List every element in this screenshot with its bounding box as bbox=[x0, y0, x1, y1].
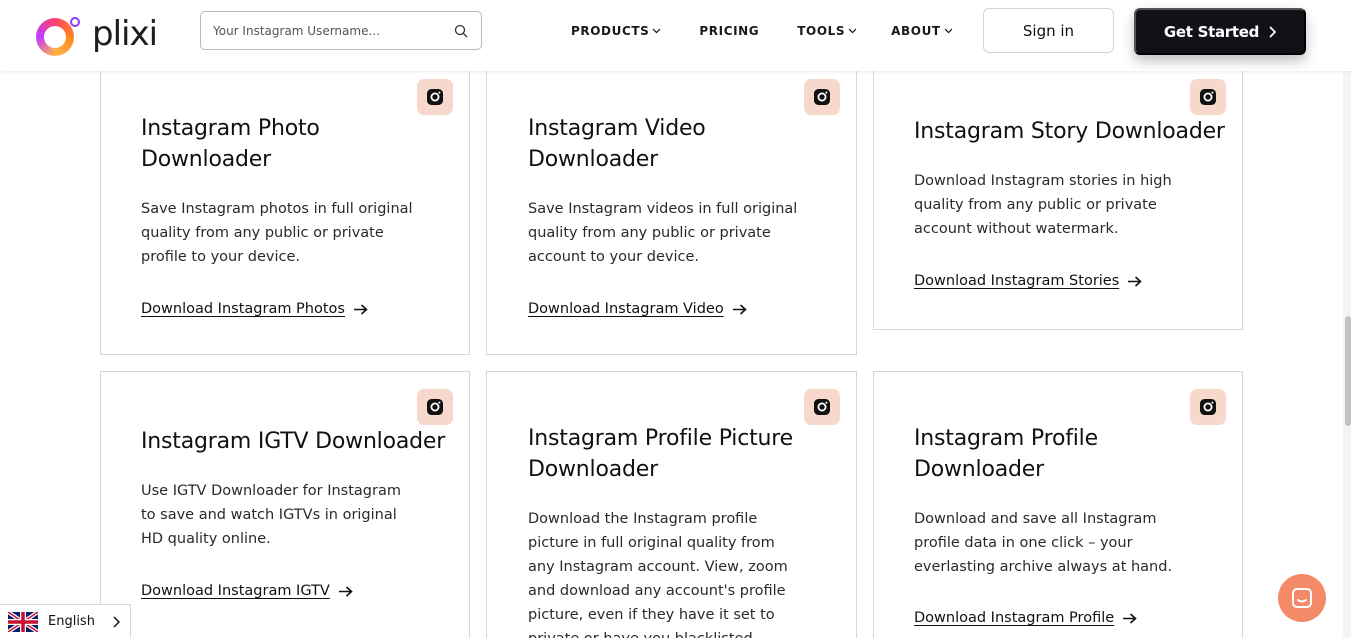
instagram-icon bbox=[804, 79, 840, 115]
chat-icon bbox=[1291, 587, 1313, 609]
chat-launcher-button[interactable] bbox=[1278, 574, 1326, 622]
card-description: Save Instagram photos in full original qu… bbox=[141, 201, 413, 265]
download-profile-link[interactable]: Download Instagram Profile bbox=[914, 610, 1137, 626]
nav-pricing-label: PRICING bbox=[699, 24, 760, 38]
card-title: Instagram Profile Picture Downloader bbox=[528, 426, 793, 482]
sign-in-button[interactable]: Sign in bbox=[983, 8, 1114, 53]
plixi-logo[interactable]: plixi bbox=[36, 12, 158, 56]
nav-products[interactable]: PRODUCTS bbox=[571, 24, 661, 38]
username-search-box bbox=[200, 11, 482, 50]
nav-about[interactable]: ABOUT bbox=[891, 24, 953, 38]
chevron-down-icon bbox=[848, 28, 857, 34]
arrow-right-icon bbox=[732, 303, 747, 315]
download-stories-link[interactable]: Download Instagram Stories bbox=[914, 273, 1142, 289]
card-story-downloader: Instagram Story Downloader Download Inst… bbox=[873, 60, 1243, 330]
card-description: Download and save all Instagram profile d… bbox=[914, 511, 1173, 575]
card-title: Instagram IGTV Downloader bbox=[141, 429, 446, 454]
card-title: Instagram Photo Downloader bbox=[141, 116, 320, 172]
chevron-down-icon bbox=[944, 28, 953, 34]
logo-text: plixi bbox=[92, 14, 158, 54]
scrollbar-thumb[interactable] bbox=[1345, 316, 1351, 426]
chevron-right-icon bbox=[113, 616, 120, 628]
card-description: Download Instagram stories in high qualit… bbox=[914, 173, 1172, 237]
chevron-right-icon bbox=[1269, 25, 1277, 38]
instagram-icon bbox=[1190, 389, 1226, 425]
nav-products-label: PRODUCTS bbox=[571, 24, 650, 38]
nav-pricing[interactable]: PRICING bbox=[699, 24, 759, 38]
instagram-icon bbox=[417, 389, 453, 425]
chevron-down-icon bbox=[652, 28, 661, 34]
username-search-input[interactable] bbox=[213, 23, 453, 38]
instagram-icon bbox=[417, 79, 453, 115]
card-igtv-downloader: Instagram IGTV Downloader Use IGTV Downl… bbox=[100, 371, 470, 638]
logo-mark-icon bbox=[36, 17, 80, 56]
card-profile-downloader: Instagram Profile Downloader Download and… bbox=[873, 371, 1243, 638]
download-video-link[interactable]: Download Instagram Video bbox=[528, 301, 747, 317]
card-description: Save Instagram videos in full original qu… bbox=[528, 201, 798, 265]
card-photo-downloader: Instagram Photo Downloader Save Instagram… bbox=[100, 60, 470, 355]
page-scrollbar[interactable] bbox=[1343, 71, 1351, 638]
get-started-label: Get Started bbox=[1163, 22, 1260, 41]
arrow-right-icon bbox=[1128, 275, 1142, 287]
arrow-right-icon bbox=[353, 303, 368, 315]
arrow-right-icon bbox=[338, 585, 353, 597]
language-selector[interactable]: English bbox=[0, 604, 131, 638]
card-title: Instagram Story Downloader bbox=[914, 119, 1225, 144]
card-profile-picture-downloader: Instagram Profile Picture Downloader Down… bbox=[486, 371, 857, 638]
card-video-downloader: Instagram Video Downloader Save Instagram… bbox=[486, 60, 857, 355]
language-label: English bbox=[48, 614, 95, 629]
site-header: plixi PRODUCTS PRICING TOOLS ABOUT bbox=[0, 0, 1351, 71]
card-description: Use IGTV Downloader for Instagram to save… bbox=[141, 483, 401, 547]
main-nav: PRODUCTS PRICING TOOLS ABOUT bbox=[571, 24, 991, 38]
uk-flag-icon bbox=[8, 611, 38, 632]
arrow-right-icon bbox=[1123, 612, 1137, 624]
nav-tools[interactable]: TOOLS bbox=[797, 24, 857, 38]
instagram-icon bbox=[1190, 79, 1226, 115]
card-description: Download the Instagram profile picture in… bbox=[528, 511, 788, 638]
search-icon[interactable] bbox=[453, 23, 469, 39]
nav-tools-label: TOOLS bbox=[797, 24, 846, 38]
download-photos-link[interactable]: Download Instagram Photos bbox=[141, 301, 368, 317]
nav-about-label: ABOUT bbox=[891, 24, 941, 38]
download-igtv-link[interactable]: Download Instagram IGTV bbox=[141, 583, 353, 599]
get-started-button[interactable]: Get Started bbox=[1134, 8, 1306, 55]
card-title: Instagram Video Downloader bbox=[528, 116, 706, 172]
card-title: Instagram Profile Downloader bbox=[914, 426, 1098, 482]
instagram-icon bbox=[804, 389, 840, 425]
